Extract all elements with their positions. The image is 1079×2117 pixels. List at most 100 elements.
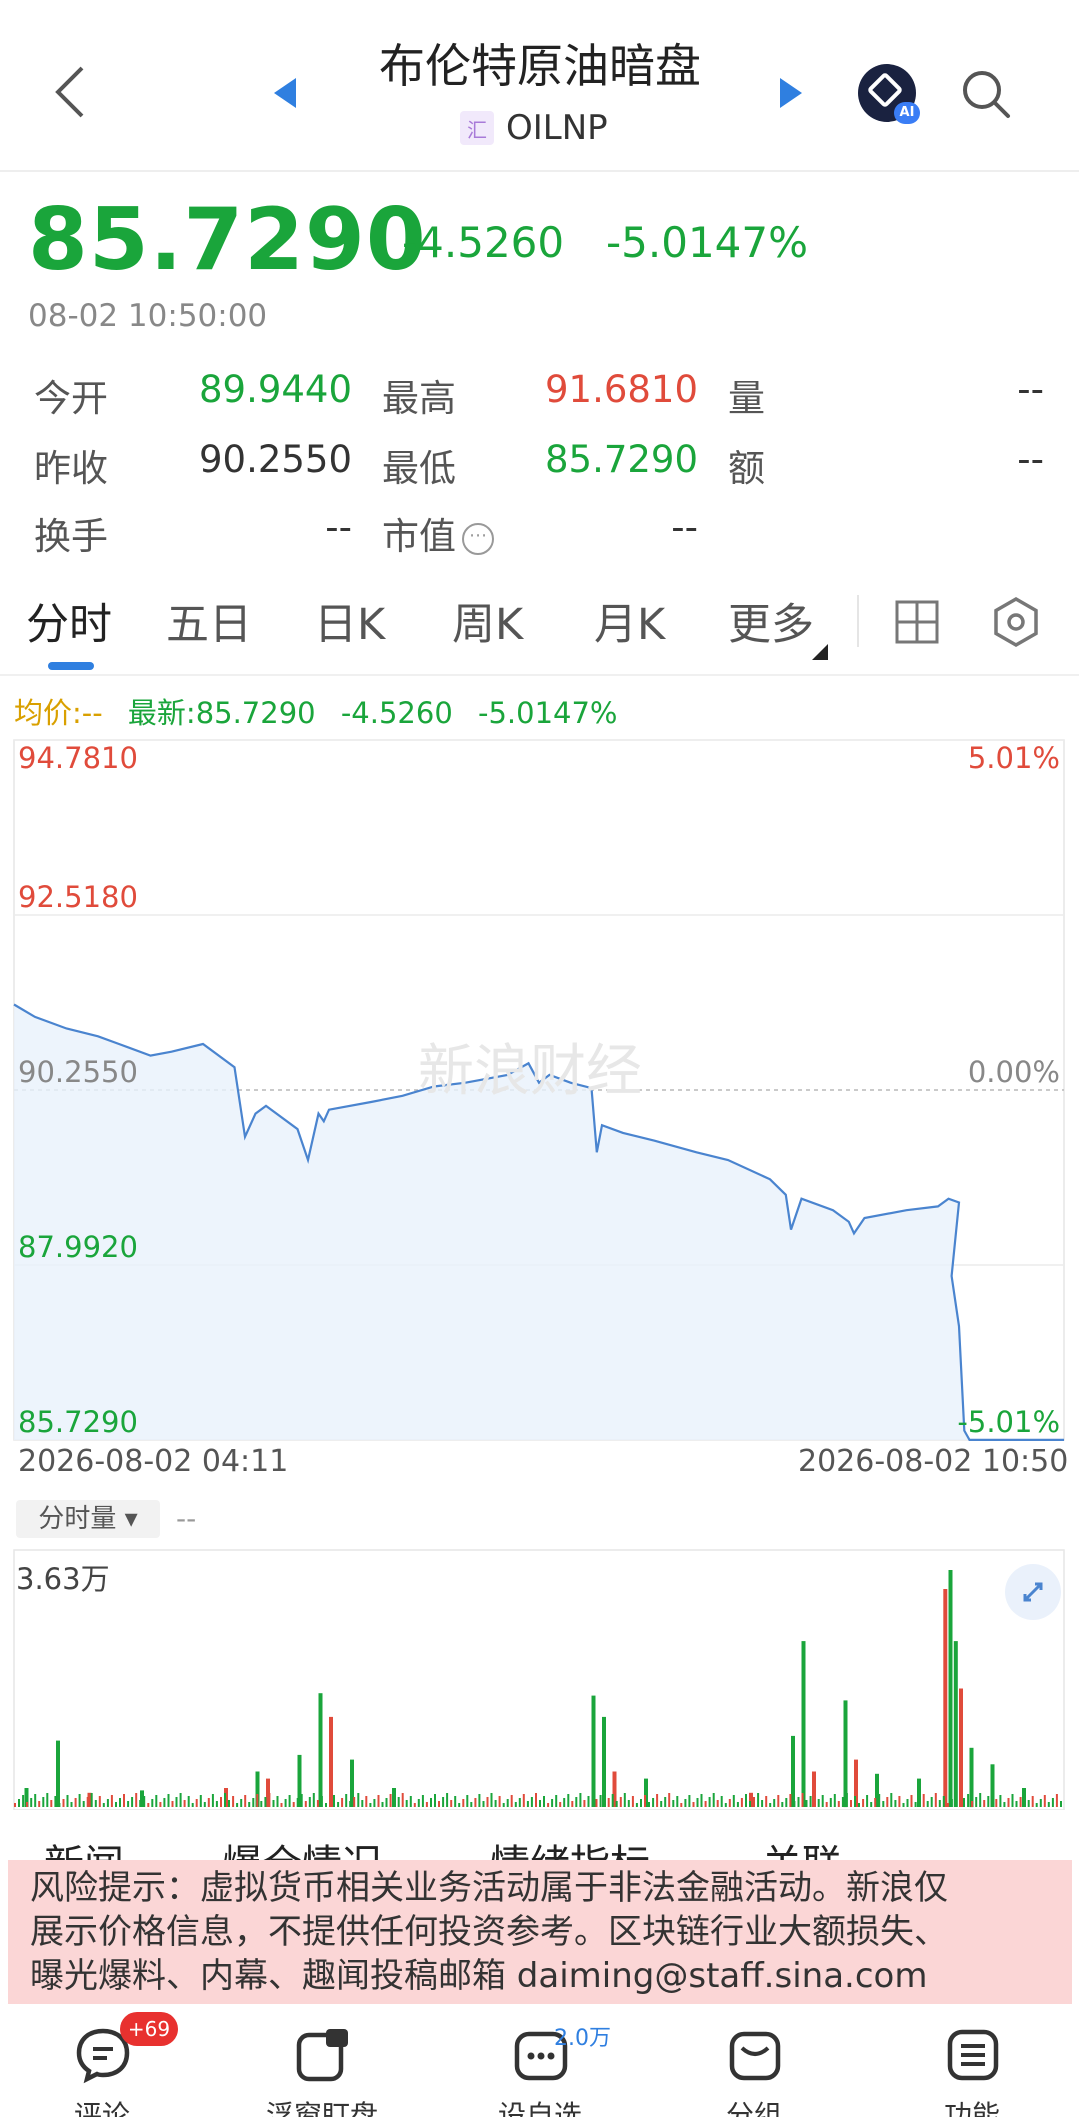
volume-bar: [308, 1797, 311, 1807]
volume-bar: [397, 1797, 400, 1807]
tab-liquidation[interactable]: 爆仓情况: [222, 1832, 382, 1862]
volume-bar: [151, 1799, 154, 1807]
volume-bar: [276, 1796, 279, 1807]
grid-layout-icon[interactable]: [894, 599, 940, 645]
expand-icon[interactable]: [1005, 1564, 1061, 1620]
volume-bar: [575, 1797, 578, 1807]
volume-bar: [236, 1803, 239, 1807]
float-window-icon: [296, 2029, 348, 2082]
volume-bar: [195, 1799, 198, 1807]
volume-bar: [300, 1794, 303, 1807]
volume-bar: [401, 1793, 404, 1807]
price-change: -4.5260: [402, 218, 565, 267]
back-icon[interactable]: [48, 62, 92, 122]
volume-bar: [765, 1796, 768, 1807]
quote-time: 08-02 10:50:00: [28, 298, 268, 334]
volume-bar: [183, 1800, 186, 1807]
volume-bar: [611, 1794, 614, 1807]
nav-label: 分组: [725, 2099, 782, 2117]
volume-bar: [781, 1802, 784, 1807]
info-icon[interactable]: ⋯: [462, 522, 494, 555]
tab-intraday[interactable]: 分时: [26, 590, 112, 652]
volume-bar: [292, 1802, 295, 1807]
volume-max-label: 3.63万: [16, 1562, 110, 1596]
volume-bar: [886, 1797, 889, 1807]
volume-bar: [30, 1798, 33, 1807]
volume-type-dropdown[interactable]: 分时量 ▾: [16, 1500, 160, 1538]
intraday-chart[interactable]: 新浪财经 94.7810 5.01% 92.5180 90.2550 0.00% 87.9…: [0, 730, 1079, 1810]
y-axis-left-label: 94.7810: [18, 741, 138, 775]
exchange-badge-icon: 汇: [460, 111, 494, 145]
ai-icon[interactable]: AI: [858, 64, 920, 124]
info-tabs: 新闻 爆仓情况 情绪指标 关联: [0, 1822, 1079, 1862]
tab-daily-k[interactable]: 日K: [314, 590, 385, 652]
volume-bar: [490, 1793, 493, 1807]
volume-bar: [708, 1797, 711, 1807]
volume-bar: [963, 1798, 965, 1807]
volume-bar: [369, 1803, 372, 1807]
volume-bar: [1007, 1798, 1010, 1807]
volume-bar: [843, 1700, 848, 1808]
volume-bar: [866, 1795, 869, 1807]
volume-bar: [482, 1801, 485, 1807]
volume-bar: [498, 1796, 501, 1807]
volume-bar: [135, 1793, 138, 1807]
volume-bar: [854, 1796, 856, 1807]
volume-bar: [704, 1801, 707, 1807]
risk-notice-line3: 曝光爆料、内幕、趣闻投稿邮箱 daiming@staff.sina.com: [30, 1956, 928, 1996]
volume-bar: [969, 1747, 974, 1808]
volume-bar: [623, 1793, 626, 1807]
volume-bar: [119, 1798, 121, 1807]
volume-bar: [393, 1801, 396, 1807]
watchlist-count: 2.0万: [554, 2026, 611, 2051]
volume-bar: [583, 1800, 586, 1807]
nav-menu[interactable]: 功能: [912, 2026, 1032, 2117]
high-value: 91.6810: [544, 368, 698, 411]
volume-bar: [373, 1799, 376, 1807]
volume-bar: [191, 1803, 194, 1807]
volume-bar: [870, 1802, 873, 1807]
volume-bar: [312, 1793, 315, 1807]
volume-bar: [785, 1798, 788, 1807]
volume-bar: [950, 1799, 953, 1807]
volume-bar: [535, 1793, 537, 1807]
nav-group[interactable]: 分组: [694, 2026, 814, 2117]
risk-notice-line2: 展示价格信息，不提供任何投资参考。区块链行业大额损失、: [30, 1912, 948, 1952]
active-tab-indicator: [48, 662, 94, 670]
volume-bar: [462, 1799, 465, 1807]
tab-sentiment[interactable]: 情绪指标: [490, 1832, 650, 1862]
volume-bar: [1015, 1801, 1018, 1807]
volume-bar: [78, 1794, 81, 1807]
volume-bar: [648, 1802, 650, 1807]
search-icon[interactable]: [960, 68, 1012, 120]
watermark-text: 新浪财经: [418, 1039, 642, 1104]
prev-arrow-icon[interactable]: [274, 78, 296, 108]
volume-bar: [922, 1794, 925, 1807]
group-icon: [729, 2031, 781, 2081]
tab-news[interactable]: 新闻: [44, 1832, 124, 1862]
tab-divider: [857, 595, 859, 647]
volume-bar: [567, 1794, 570, 1807]
tab-more[interactable]: 更多: [728, 590, 814, 652]
volume-bar: [696, 1798, 699, 1807]
volume-bar: [329, 1716, 333, 1807]
tab-five-day[interactable]: 五日: [166, 590, 252, 652]
tab-related[interactable]: 关联: [762, 1832, 842, 1862]
volume-bar: [143, 1796, 146, 1807]
tab-monthly-k[interactable]: 月K: [594, 590, 665, 652]
volume-bar: [203, 1802, 206, 1807]
volume-bar: [244, 1795, 247, 1807]
latest-price-text: 最新:85.7290: [127, 696, 316, 730]
next-arrow-icon[interactable]: [780, 78, 802, 108]
nav-float-window[interactable]: 浮窗盯盘: [262, 2026, 382, 2117]
volume-bar: [405, 1800, 408, 1807]
volume-bar: [361, 1800, 364, 1807]
volume-bar: [430, 1798, 432, 1807]
tab-weekly-k[interactable]: 周K: [452, 590, 523, 652]
volume-bar: [656, 1794, 659, 1807]
volume-bar: [736, 1802, 739, 1807]
gear-icon[interactable]: [990, 596, 1042, 648]
volume-bar: [740, 1798, 743, 1807]
more-dropdown-icon: [812, 644, 828, 660]
volume-bar: [147, 1803, 150, 1807]
